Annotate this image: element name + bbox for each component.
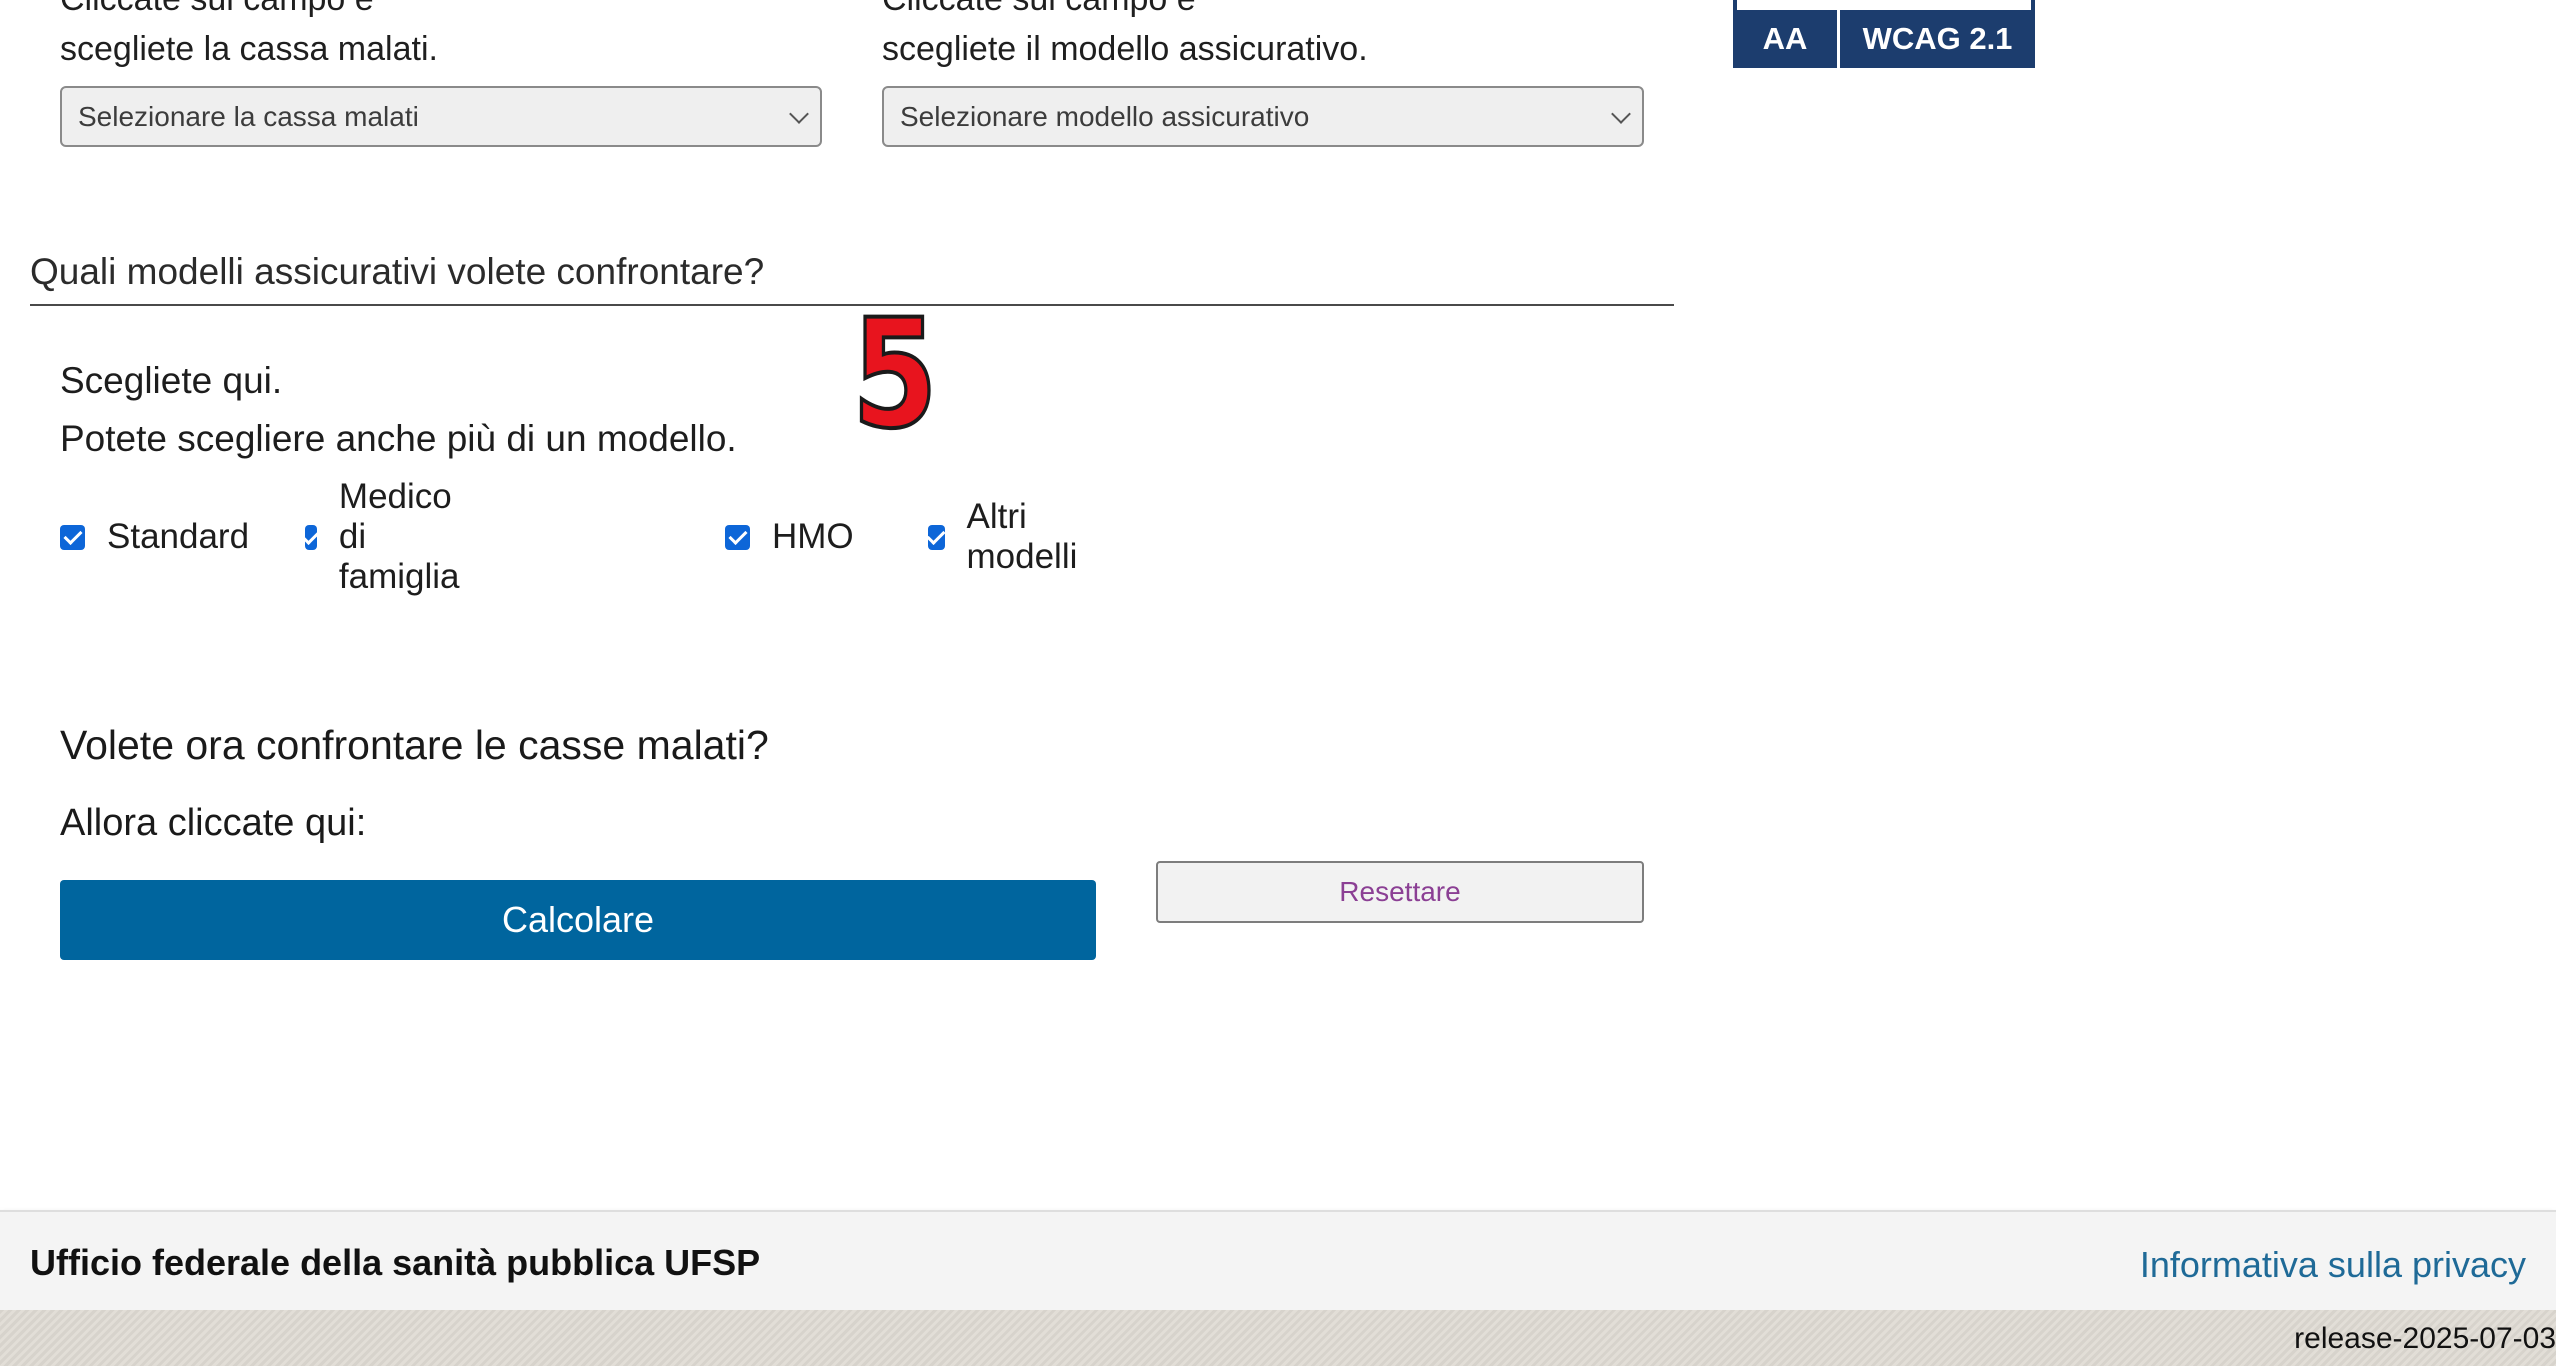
model-hint-line2: scegliete il modello assicurativo. — [882, 30, 1368, 68]
privacy-link[interactable]: Informativa sulla privacy — [2140, 1244, 2526, 1286]
checkbox-checked-icon[interactable] — [725, 524, 750, 550]
compare-subtitle: Allora cliccate qui: — [60, 802, 367, 844]
checkbox-label[interactable]: HMO — [772, 517, 854, 557]
checkbox-checked-icon[interactable] — [305, 524, 317, 550]
step-marker: 5 — [850, 288, 939, 462]
checkbox-label[interactable]: Medico di famiglia — [339, 477, 473, 597]
insurer-hint-line1: Cliccate sul campo e — [60, 0, 822, 24]
footer: Ufficio federale della sanità pubblica U… — [0, 1210, 2556, 1310]
checkbox-checked-icon[interactable] — [928, 524, 945, 550]
model-select-value: Selezionare modello assicurativo — [900, 100, 1310, 132]
checkbox-altri-modelli[interactable]: Altri modelli — [928, 497, 1086, 576]
checkbox-hmo[interactable]: HMO — [725, 512, 854, 562]
chevron-down-icon — [1611, 103, 1631, 124]
chevron-down-icon — [789, 103, 809, 124]
checkbox-label[interactable]: Altri modelli — [967, 497, 1086, 577]
insurer-select[interactable]: Selezionare la cassa malati — [60, 86, 822, 147]
insurer-hint-line2: scegliete la cassa malati. — [60, 30, 438, 68]
release-bar: release-2025-07-03 — [0, 1310, 2556, 1366]
wcag-level: AA — [1733, 10, 1840, 68]
release-version: release-2025-07-03 — [2294, 1322, 2556, 1355]
wcag-version: WCAG 2.1 — [1862, 21, 2013, 56]
insurer-select-value: Selezionare la cassa malati — [78, 100, 419, 132]
instruction-line1: Scegliete qui. — [60, 360, 283, 401]
models-instructions: Scegliete qui. Potete scegliere anche pi… — [60, 352, 737, 468]
reset-button[interactable]: Resettare — [1156, 861, 1644, 923]
wcag-badge-top — [1737, 0, 2031, 10]
insurance-model-select[interactable]: Selezionare modello assicurativo — [882, 86, 1644, 147]
instruction-line2: Potete scegliere anche più di un modello… — [60, 418, 737, 459]
wcag-badge: AA WCAG 2.1 — [1733, 0, 2035, 68]
checkbox-standard[interactable]: Standard — [60, 512, 249, 562]
calculate-button[interactable]: Calcolare — [60, 880, 1096, 960]
checkbox-medico-di-famiglia[interactable]: Medico di famiglia — [305, 477, 473, 596]
compare-title: Volete ora confrontare le casse malati? — [60, 722, 769, 768]
footer-org-name: Ufficio federale della sanità pubblica U… — [30, 1242, 761, 1283]
checkbox-label[interactable]: Standard — [107, 517, 249, 557]
checkbox-checked-icon[interactable] — [60, 524, 85, 550]
model-select-group: Cliccate sul campo e scegliete il modell… — [882, 0, 1644, 147]
model-hint-line1: Cliccate sul campo e — [882, 0, 1644, 24]
insurer-select-group: Cliccate sul campo e scegliete la cassa … — [60, 0, 822, 147]
